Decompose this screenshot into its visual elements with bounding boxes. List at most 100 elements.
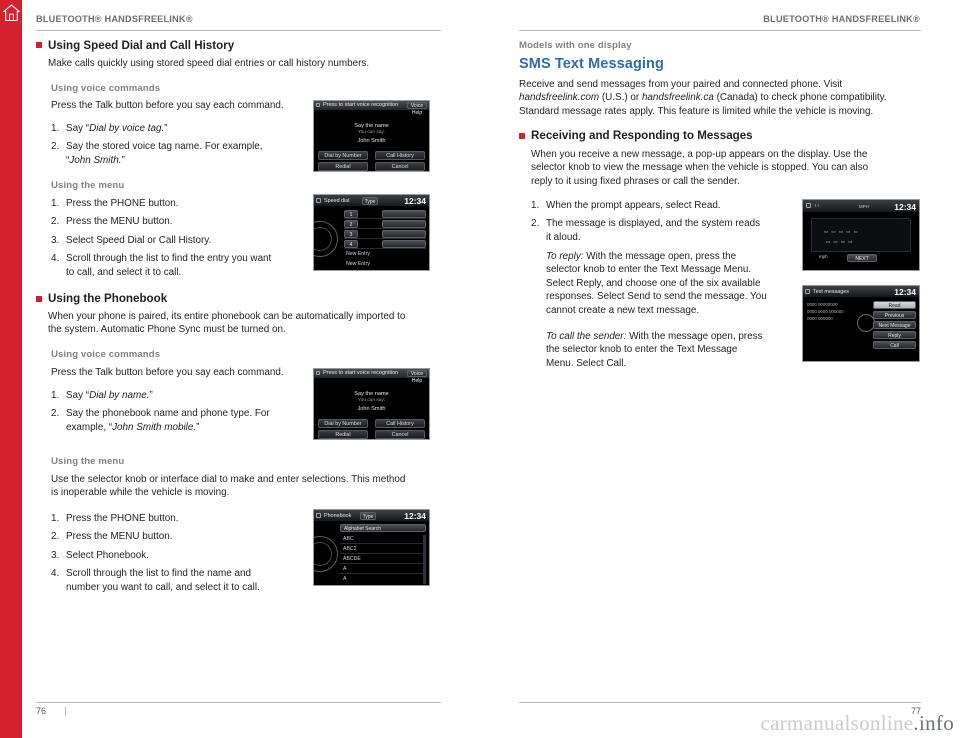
menu-item-reply[interactable]: Reply [873, 331, 916, 339]
list-item[interactable]: 4 [344, 240, 426, 249]
dial-by-number-button[interactable]: Dial by Number [318, 419, 368, 428]
receiving-section-title: Receiving and Responding to Messages [531, 129, 753, 142]
section2-voice-intro: Press the Talk button before you say eac… [51, 367, 284, 378]
screen-title: Phonebook [324, 512, 352, 519]
sms-intro: Receive and send messages from your pair… [519, 79, 887, 117]
step-number: 2. [531, 218, 540, 230]
menu-item-previous-message[interactable]: Previous Message [873, 311, 916, 327]
list-item: 3. Select Phonebook. [51, 549, 311, 562]
left-page-header: BLUETOOTH® HANDSFREELINK® [36, 14, 193, 24]
list-item[interactable]: A [340, 575, 426, 584]
dial-by-number-button[interactable]: Dial by Number [318, 151, 368, 160]
step-number: 2. [51, 141, 60, 153]
redial-button[interactable]: Redial [318, 430, 368, 439]
voice-prompt-label: Press to start voice recognition [323, 102, 399, 108]
section1-voice-intro: Press the Talk button before you say eac… [51, 100, 284, 111]
voice-line3: John Smith [357, 406, 386, 412]
watermark: carmanualsonline.info [761, 711, 955, 736]
voice-line2: You can say: [357, 130, 386, 135]
step-number: 3. [51, 234, 60, 246]
watermark-dark: .info [913, 711, 954, 735]
step-number: 2. [51, 408, 60, 420]
voice-line1: Say the name [354, 123, 389, 129]
step-number: 1. [531, 200, 540, 211]
step-number: 4. [51, 568, 60, 580]
section2-menu-label: Using the menu [51, 456, 125, 467]
clock: 12:34 [894, 201, 916, 212]
clock: 12:34 [404, 511, 426, 521]
step-text: Press the MENU button. [66, 216, 173, 228]
list-item[interactable]: ABC [340, 535, 426, 544]
step-number: 3. [51, 549, 60, 561]
receiving-section-bullet [519, 133, 525, 139]
section2-voice-label: Using voice commands [51, 349, 161, 360]
scrollbar[interactable] [423, 535, 426, 584]
screenshot-speed-dial-menu: Speed dial Type 12:34 1 2 3 4 New Entry … [313, 194, 430, 271]
page-title: SMS Text Messaging [519, 56, 664, 72]
screen-title: Speed dial [324, 197, 350, 204]
step-number: 2. [51, 531, 60, 543]
left-footer-divider [65, 707, 66, 716]
right-page-header: BLUETOOTH® HANDSFREELINK® [763, 14, 920, 24]
voice-help-button[interactable]: Voice Help [407, 370, 427, 384]
list-item[interactable]: New Entry [344, 260, 426, 269]
list-item[interactable]: ABC2 [340, 545, 426, 554]
section2-title: Using the Phonebook [48, 292, 168, 305]
step-number: 1. [51, 390, 60, 401]
speed-dial-list[interactable]: 1 2 3 4 New Entry New Entry [344, 210, 426, 268]
right-header-rule [519, 30, 921, 31]
reply-paragraph: To reply: With the message open, press t… [546, 251, 767, 316]
type-button[interactable]: Type [360, 512, 376, 520]
screen-title: Text messages [813, 288, 849, 295]
list-item[interactable]: ABCDE [340, 555, 426, 564]
section2-menu-intro: Use the selector knob or interface dial … [51, 474, 406, 499]
left-header-rule [36, 30, 441, 31]
text-message-menu-list[interactable]: Read Previous Message Next Message Reply… [873, 301, 916, 349]
call-history-button[interactable]: Call History [375, 419, 425, 428]
section2-bullet [36, 296, 42, 302]
list-item: 2. Say the phonebook name and phone type… [51, 407, 301, 434]
right-page: BLUETOOTH® HANDSFREELINK® Models with on… [480, 0, 960, 738]
section1-intro: Make calls quickly using stored speed di… [48, 58, 370, 69]
list-item[interactable]: 1 [344, 210, 426, 219]
step-text: Select Phonebook. [66, 549, 149, 561]
list-item: 1. Press the PHONE button. [51, 512, 311, 525]
call-history-button[interactable]: Call History [375, 151, 425, 160]
voice-line3: John Smith [357, 138, 386, 144]
alphabet-search-button[interactable]: Alphabet Search [340, 524, 426, 532]
right-footer-rule [519, 702, 921, 703]
left-page: BLUETOOTH® HANDSFREELINK® Using Speed Di… [0, 0, 480, 738]
menu-item-next-message[interactable]: Next Message [873, 321, 916, 329]
call-sender-paragraph: To call the sender: With the message ope… [546, 331, 763, 369]
voice-prompt-label: Press to start voice recognition [323, 370, 399, 376]
menu-item-call[interactable]: Call [873, 341, 916, 349]
list-item[interactable]: A [340, 565, 426, 574]
phonebook-list[interactable]: Alphabet Search ABC ABC2 ABCDE A A [340, 524, 426, 584]
list-item: 2. Say the stored voice tag name. For ex… [51, 140, 301, 167]
step-text: Press the PHONE button. [66, 198, 179, 209]
list-item: 1. Press the PHONE button. [51, 197, 301, 210]
step-number: 4. [51, 253, 60, 265]
list-item: 2. Press the MENU button. [51, 215, 301, 228]
step-number: 1. [51, 198, 60, 209]
list-item: 4. Scroll through the list to find the en… [51, 252, 301, 279]
receiving-paragraph: When you receive a new message, a pop-up… [531, 149, 869, 187]
speed-unit: MPH [859, 203, 869, 209]
list-item: 4. Scroll through the list to find the na… [51, 567, 311, 594]
step-text: The message is displayed, and the system… [546, 218, 761, 243]
redial-button[interactable]: Redial [318, 162, 368, 171]
step-text: Press the PHONE button. [66, 513, 179, 524]
step-text: Say the phonebook name and phone type. F… [66, 408, 270, 433]
cancel-button[interactable]: Cancel [375, 430, 425, 439]
voice-help-button[interactable]: Voice Help [407, 102, 427, 116]
menu-item-read[interactable]: Read [873, 301, 916, 309]
type-button[interactable]: Type [362, 197, 378, 205]
list-item[interactable]: 2 [344, 220, 426, 229]
voice-line1: Say the name [354, 391, 389, 397]
step-text: Say “Dial by name.” [66, 390, 153, 401]
step-text: Say “Dial by voice tag.” [66, 123, 168, 134]
list-item[interactable]: New Entry [344, 250, 426, 259]
list-item[interactable]: 3 [344, 230, 426, 239]
step-text: When the prompt appears, select Read. [546, 200, 721, 211]
cancel-button[interactable]: Cancel [375, 162, 425, 171]
